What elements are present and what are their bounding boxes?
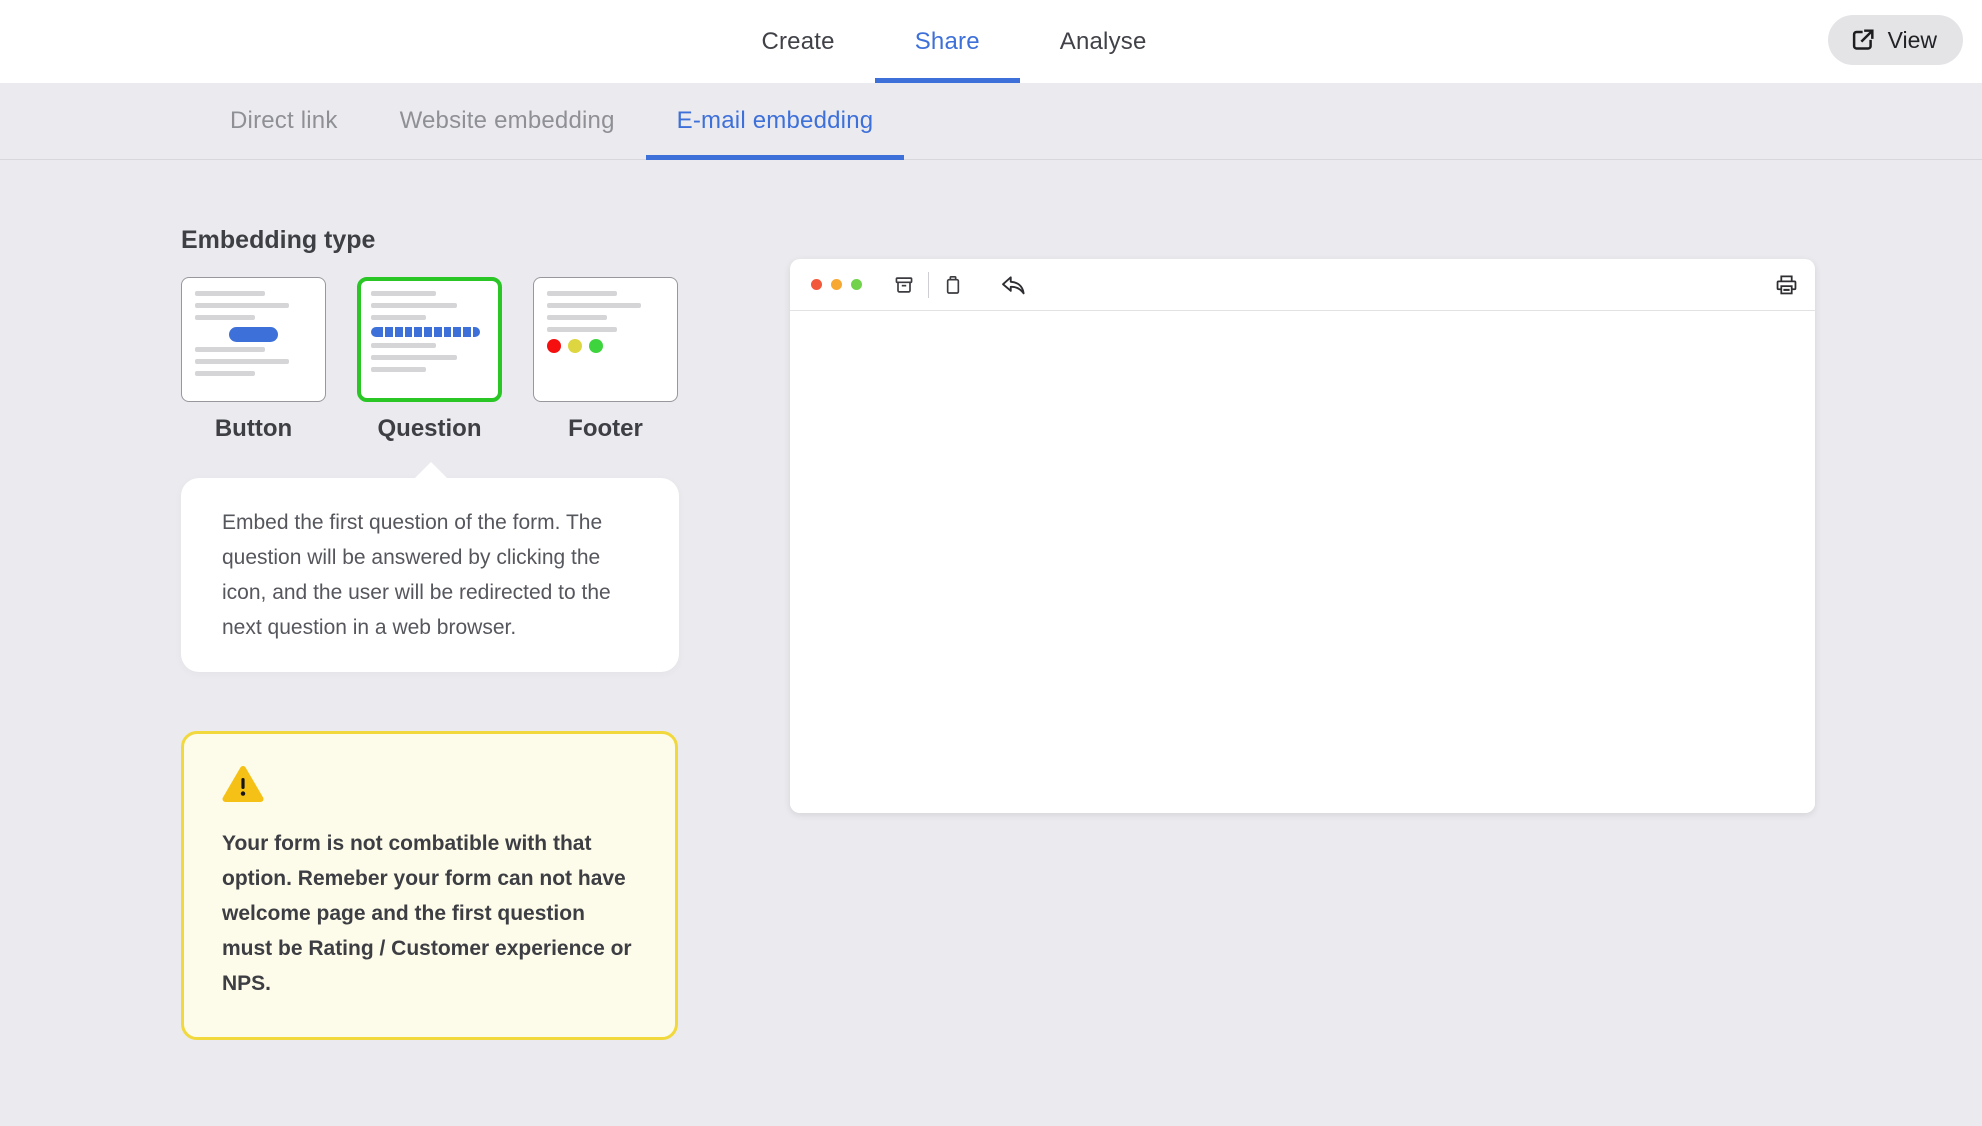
email-preview-toolbar — [790, 259, 1815, 311]
placeholder-line — [547, 303, 641, 308]
placeholder-line — [371, 291, 436, 296]
button-option-card[interactable] — [181, 277, 326, 402]
tab-direct-link[interactable]: Direct link — [199, 83, 369, 159]
placeholder-line — [371, 355, 457, 360]
embedding-option-question: Question — [357, 277, 502, 443]
warning-triangle-icon — [222, 765, 633, 808]
reply-icon[interactable] — [1000, 274, 1027, 296]
button-option-label: Button — [215, 415, 292, 443]
placeholder-line — [195, 291, 265, 296]
tab-email-embedding-label: E-mail embedding — [677, 107, 874, 135]
placeholder-line — [195, 359, 289, 364]
orange-dot — [831, 279, 842, 290]
tab-create[interactable]: Create — [721, 0, 874, 83]
trash-icon[interactable] — [943, 275, 963, 295]
view-button[interactable]: View — [1828, 15, 1963, 65]
view-button-label: View — [1888, 27, 1937, 54]
placeholder-line — [195, 303, 289, 308]
placeholder-line — [371, 315, 426, 320]
embedding-option-footer: Footer — [533, 277, 678, 443]
question-option-card[interactable] — [357, 277, 502, 402]
print-icon[interactable] — [1774, 273, 1799, 297]
tab-create-label: Create — [761, 28, 834, 56]
active-subtab-underline — [646, 155, 905, 160]
tab-website-embedding[interactable]: Website embedding — [369, 83, 646, 159]
warning-text: Your form is not combatible with that op… — [222, 826, 633, 1001]
smiley-dots-graphic — [547, 339, 664, 353]
tab-analyse-label: Analyse — [1060, 28, 1147, 56]
footer-option-label: Footer — [568, 415, 643, 443]
tab-direct-link-label: Direct link — [230, 107, 338, 135]
question-option-tooltip: Embed the first question of the form. Th… — [181, 478, 679, 672]
placeholder-line — [371, 367, 426, 372]
placeholder-line — [195, 315, 255, 320]
placeholder-line — [195, 371, 255, 376]
placeholder-line — [547, 291, 617, 296]
top-bar: Create Share Analyse View — [0, 0, 1982, 83]
share-subnav: Direct link Website embedding E-mail emb… — [0, 83, 1982, 160]
email-preview-body — [790, 311, 1815, 813]
placeholder-line — [195, 347, 265, 352]
placeholder-line — [371, 343, 436, 348]
window-dots — [811, 279, 862, 290]
footer-option-card[interactable] — [533, 277, 678, 402]
placeholder-line — [547, 327, 617, 332]
embedding-option-button: Button — [181, 277, 326, 443]
archive-icon[interactable] — [894, 275, 914, 295]
placeholder-line — [547, 315, 607, 320]
embedding-type-heading: Embedding type — [181, 226, 375, 255]
tab-analyse[interactable]: Analyse — [1020, 0, 1187, 83]
tab-share-label: Share — [915, 28, 980, 56]
embedding-type-options: Button Question Fo — [181, 277, 678, 443]
question-option-label: Question — [377, 415, 481, 443]
button-pill-graphic — [229, 327, 278, 342]
placeholder-line — [371, 303, 457, 308]
email-preview-panel — [790, 259, 1815, 813]
tab-email-embedding[interactable]: E-mail embedding — [646, 83, 905, 159]
rating-scale-graphic — [371, 327, 480, 337]
tooltip-text: Embed the first question of the form. Th… — [222, 511, 611, 639]
main-nav: Create Share Analyse — [721, 0, 1186, 83]
tab-share[interactable]: Share — [875, 0, 1020, 83]
external-link-icon — [1850, 27, 1876, 53]
tab-website-embedding-label: Website embedding — [400, 107, 615, 135]
green-dot — [851, 279, 862, 290]
compatibility-warning: Your form is not combatible with that op… — [181, 731, 678, 1040]
toolbar-divider — [928, 272, 929, 298]
red-dot — [811, 279, 822, 290]
